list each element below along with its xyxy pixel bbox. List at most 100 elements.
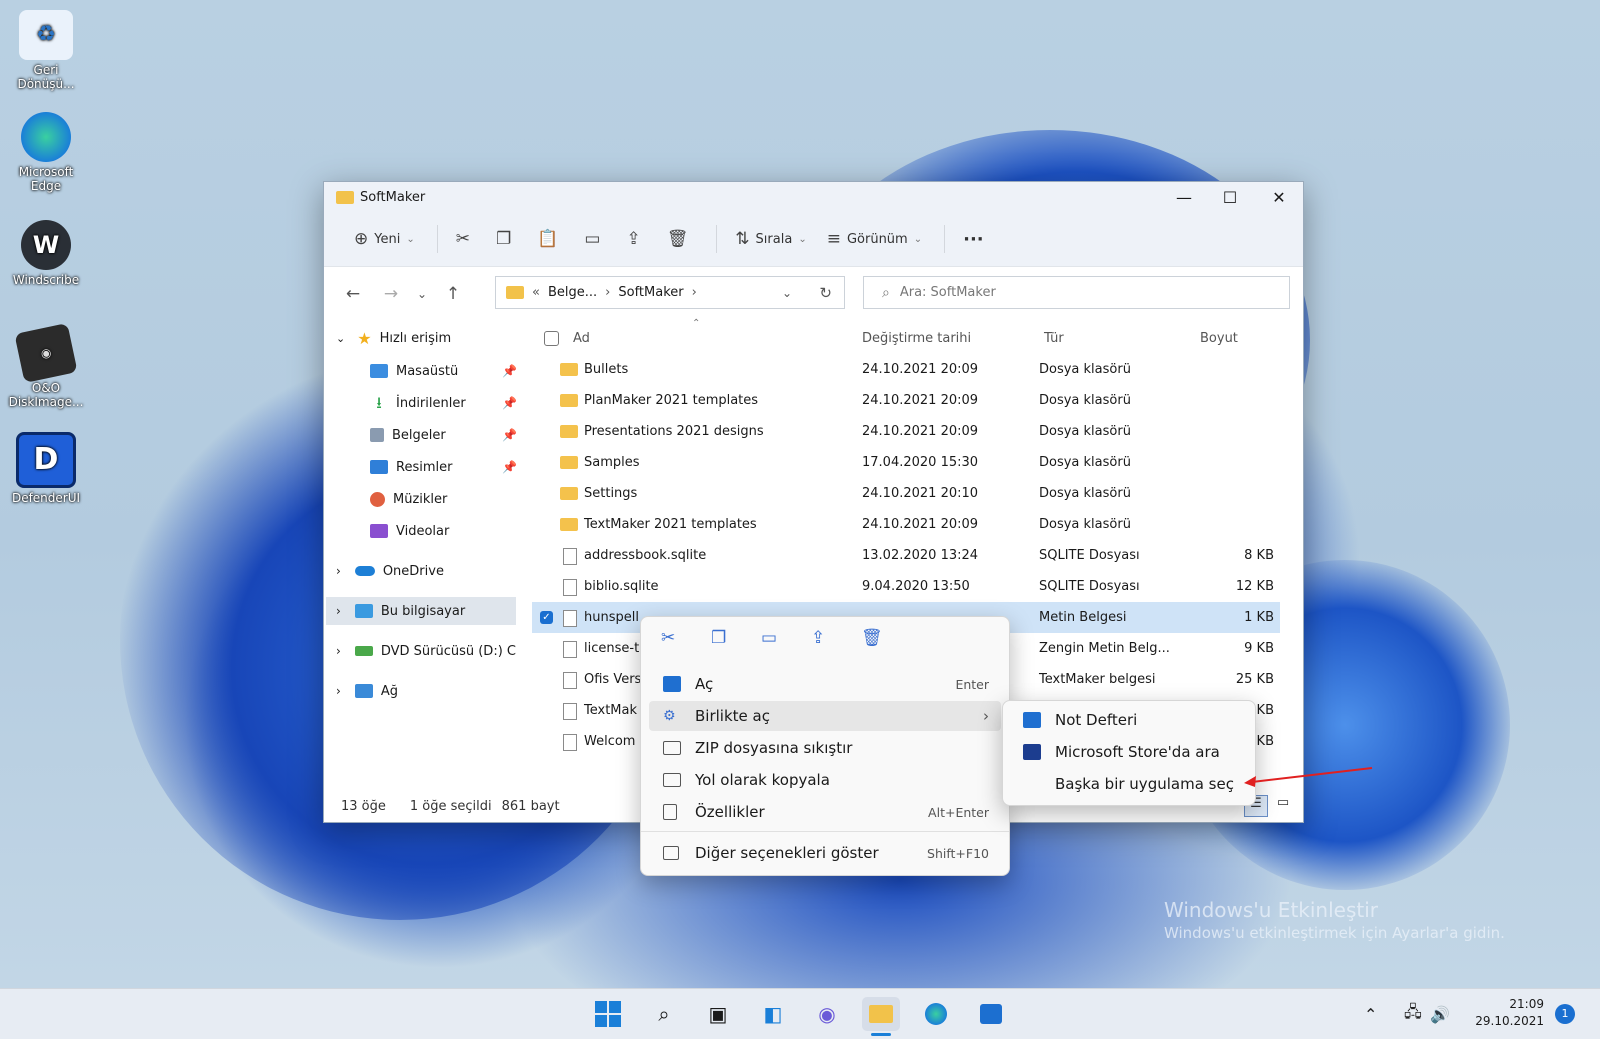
- table-row[interactable]: TextMaker 2021 templates 24.10.2021 20:09…: [532, 509, 1280, 540]
- desktop-icon-diskimage[interactable]: ◉ O&O DiskImage...: [4, 322, 88, 409]
- column-header-size[interactable]: Boyut: [1200, 322, 1238, 354]
- breadcrumb-documents[interactable]: Belge...: [548, 285, 597, 300]
- copy-button[interactable]: ❐: [488, 222, 525, 256]
- sidebar-item-quick-access[interactable]: ⌄ ★ Hızlı erişim: [336, 324, 451, 352]
- sort-button[interactable]: ⇅ Sırala ⌄: [727, 222, 814, 256]
- sidebar-item-network[interactable]: › Ağ: [336, 677, 398, 705]
- delete-button[interactable]: 🗑: [659, 222, 703, 256]
- back-arrow-icon[interactable]: ←: [334, 284, 372, 304]
- table-row[interactable]: biblio.sqlite 9.04.2020 13:50 SQLITE Dosya…: [532, 571, 1280, 602]
- view-icon: ≡: [826, 229, 841, 249]
- sidebar-item-label: Hızlı erişim: [379, 330, 452, 346]
- share-icon[interactable]: ⇪: [811, 628, 861, 648]
- table-row[interactable]: Presentations 2021 designs 24.10.2021 20:…: [532, 416, 1280, 447]
- clock[interactable]: 21:09 29.10.2021: [1468, 996, 1544, 1030]
- menu-item-show-more-options[interactable]: Diğer seçenekleri göster Shift+F10: [649, 838, 1001, 868]
- table-row[interactable]: Samples 17.04.2020 15:30 Dosya klasörü: [532, 447, 1280, 478]
- paste-button[interactable]: 📋: [529, 222, 572, 256]
- trash-icon[interactable]: 🗑: [861, 628, 911, 648]
- more-options-button[interactable]: ···: [955, 222, 992, 256]
- submenu-item-choose-another-app[interactable]: Başka bir uygulama seç: [1009, 769, 1249, 799]
- menu-item-properties[interactable]: Özellikler Alt+Enter: [649, 797, 1001, 827]
- sidebar-item-label: Masaüstü: [396, 363, 459, 379]
- desktop-icon-edge[interactable]: Microsoft Edge: [4, 112, 88, 193]
- chat-button[interactable]: ◉: [808, 997, 846, 1031]
- show-hidden-icons-button[interactable]: ⌃: [1364, 989, 1377, 1039]
- speaker-icon: 🔊: [1430, 1004, 1450, 1024]
- cut-button[interactable]: ✂: [448, 222, 484, 256]
- sidebar-item-onedrive[interactable]: › OneDrive: [336, 557, 444, 585]
- search-taskbar-button[interactable]: ⌕: [645, 997, 683, 1031]
- sidebar-item-pictures[interactable]: Resimler: [370, 453, 452, 481]
- rename-icon: ▭: [584, 229, 601, 249]
- minimize-button[interactable]: —: [1161, 182, 1207, 212]
- menu-item-copy-as-path[interactable]: Yol olarak kopyala: [649, 765, 1001, 795]
- address-bar[interactable]: « Belge... › SoftMaker › ⌄ ↻: [495, 276, 845, 309]
- copy-icon[interactable]: ❐: [711, 628, 761, 648]
- chevron-right-icon: ›: [336, 564, 341, 578]
- sidebar-item-music[interactable]: Müzikler: [370, 485, 447, 513]
- rename-icon[interactable]: ▭: [761, 628, 811, 648]
- start-button[interactable]: [589, 997, 627, 1031]
- refresh-icon[interactable]: ↻: [819, 284, 832, 302]
- task-view-button[interactable]: ▣: [699, 997, 737, 1031]
- table-row[interactable]: Settings 24.10.2021 20:10 Dosya klasörü: [532, 478, 1280, 509]
- edge-taskbar-button[interactable]: [917, 997, 955, 1031]
- table-row[interactable]: Bullets 24.10.2021 20:09 Dosya klasörü: [532, 354, 1280, 385]
- notification-badge[interactable]: 1: [1555, 1004, 1575, 1024]
- file-type: SQLITE Dosyası: [1039, 548, 1140, 563]
- submenu-item-microsoft-store[interactable]: Microsoft Store'da ara: [1009, 737, 1249, 767]
- file-size: 12 KB: [1235, 579, 1274, 594]
- table-row[interactable]: addressbook.sqlite 13.02.2020 13:24 SQLITE…: [532, 540, 1280, 571]
- search-input[interactable]: Ara: SoftMaker: [900, 285, 996, 300]
- scissors-icon[interactable]: ✂: [661, 628, 711, 648]
- volume-tray-icon[interactable]: 🔊: [1430, 989, 1450, 1039]
- file-explorer-taskbar-button[interactable]: [862, 997, 900, 1031]
- sidebar-item-desktop[interactable]: Masaüstü: [370, 357, 458, 385]
- sidebar-item-videos[interactable]: Videolar: [370, 517, 449, 545]
- menu-item-open[interactable]: Aç Enter: [649, 669, 1001, 699]
- active-app-indicator: [871, 1033, 891, 1036]
- select-all-checkbox[interactable]: [544, 330, 559, 346]
- breadcrumb-softmaker[interactable]: SoftMaker: [618, 285, 683, 300]
- share-button[interactable]: ⇪: [618, 222, 654, 256]
- view-button[interactable]: ≡ Görünüm ⌄: [819, 222, 930, 256]
- desktop-icon-defenderui[interactable]: D DefenderUI: [4, 432, 88, 505]
- column-header-date[interactable]: Değiştirme tarihi: [862, 322, 971, 354]
- forward-arrow-icon[interactable]: →: [372, 284, 410, 304]
- activation-watermark: Windows'u Etkinleştir Windows'u etkinleş…: [1164, 898, 1505, 942]
- rename-button[interactable]: ▭: [576, 222, 614, 256]
- column-header-name[interactable]: Ad: [544, 322, 590, 354]
- menu-item-compress-zip[interactable]: ZIP dosyasına sıkıştır: [649, 733, 1001, 763]
- submenu-item-notepad[interactable]: Not Defteri: [1009, 705, 1249, 735]
- desktop-icon-windscribe[interactable]: W Windscribe: [4, 220, 88, 287]
- store-taskbar-button[interactable]: [972, 997, 1010, 1031]
- new-button[interactable]: ⊕ Yeni ⌄: [346, 222, 423, 256]
- menu-item-open-with[interactable]: ⚙ Birlikte aç ›: [649, 701, 1001, 731]
- sidebar-item-documents[interactable]: Belgeler: [370, 421, 446, 449]
- sidebar-item-downloads[interactable]: ⭳ İndirilenler: [370, 389, 466, 417]
- recent-locations-icon[interactable]: ⌄: [410, 287, 434, 301]
- network-tray-icon[interactable]: 🖧: [1404, 989, 1422, 1039]
- breadcrumb-overflow[interactable]: «: [532, 285, 540, 300]
- file-date: 24.10.2021 20:09: [862, 517, 979, 532]
- desktop-icon-recycle-bin[interactable]: ♻ Geri Dönüşü...: [4, 10, 88, 91]
- chevron-down-icon[interactable]: ⌄: [782, 286, 792, 300]
- table-row[interactable]: PlanMaker 2021 templates 24.10.2021 20:09…: [532, 385, 1280, 416]
- breadcrumb-separator: ›: [691, 285, 697, 300]
- file-date: 24.10.2021 20:09: [862, 424, 979, 439]
- column-header-type[interactable]: Tür: [1044, 322, 1064, 354]
- widgets-button[interactable]: ◧: [754, 997, 792, 1031]
- row-checkbox[interactable]: ✓: [540, 611, 553, 624]
- maximize-button[interactable]: ☐: [1207, 182, 1253, 212]
- paste-icon: 📋: [537, 229, 559, 249]
- title-bar[interactable]: SoftMaker — ☐ ✕: [324, 182, 1303, 212]
- column-header-label: Ad: [573, 330, 590, 346]
- tiles-view-icon[interactable]: ▭: [1272, 795, 1294, 815]
- file-date: 24.10.2021 20:09: [862, 393, 979, 408]
- close-button[interactable]: ✕: [1256, 182, 1302, 212]
- search-box[interactable]: ⌕ Ara: SoftMaker: [863, 276, 1290, 309]
- sidebar-item-dvd-drive[interactable]: › DVD Sürücüsü (D:) C: [336, 637, 516, 665]
- sidebar-item-this-pc[interactable]: › Bu bilgisayar: [326, 597, 516, 625]
- up-arrow-icon[interactable]: ↑: [434, 284, 472, 304]
